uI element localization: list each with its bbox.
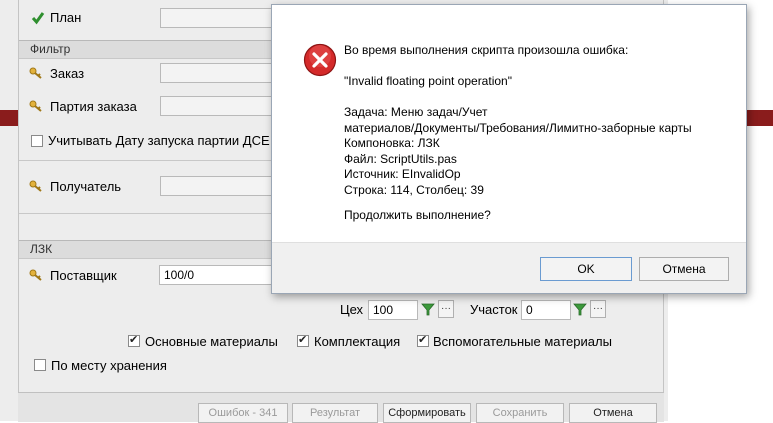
error-icon (303, 43, 337, 77)
section-field[interactable]: 0 (521, 300, 571, 320)
storage-label: По месту хранения (51, 358, 167, 373)
consider-date-checkbox[interactable] (31, 135, 43, 147)
section-label: Участок (470, 302, 518, 317)
decor-band-left (0, 110, 18, 126)
kit-checkbox[interactable] (297, 333, 309, 347)
bottom-button-bar: Ошибок - 341 Результат Сформировать Сохр… (18, 392, 664, 423)
section-browse-button[interactable]: ··· (590, 300, 606, 318)
supplier-label: Поставщик (50, 268, 117, 283)
recipient-label: Получатель (50, 179, 122, 194)
form-border-left (18, 0, 19, 392)
plan-field[interactable] (160, 8, 280, 28)
lzk-header-label: ЛЗК (30, 242, 53, 256)
green-check-icon (31, 12, 45, 25)
consider-date-label: Учитывать Дату запуска партии ДСЕ ( (48, 133, 278, 148)
dialog-cancel-button[interactable]: Отмена (639, 257, 729, 281)
decor-band-right (746, 110, 773, 126)
filter-icon[interactable] (572, 300, 588, 318)
main-materials-checkbox[interactable] (128, 333, 140, 347)
main-materials-label: Основные материалы (145, 334, 278, 349)
errors-button[interactable]: Ошибок - 341 (198, 403, 288, 423)
key-icon (29, 269, 42, 281)
storage-checkbox[interactable] (34, 359, 46, 371)
workshop-value: 100 (373, 303, 394, 317)
message-line: Строка: 114, Столбец: 39 (344, 182, 484, 197)
aux-materials-label: Вспомогательные материалы (433, 334, 612, 349)
aux-materials-checkbox[interactable] (417, 333, 429, 347)
order-field[interactable] (160, 63, 280, 83)
key-icon (29, 67, 42, 79)
workshop-field[interactable]: 100 (368, 300, 418, 320)
dialog-button-bar: OK Отмена (272, 242, 746, 293)
order-label: Заказ (50, 66, 85, 81)
message-line: Во время выполнения скрипта произошла ош… (344, 43, 629, 57)
filter-icon[interactable] (420, 300, 436, 318)
message-line: Источник: EInvalidOp (344, 167, 461, 181)
plan-label: План (50, 10, 82, 25)
message-line: Продолжить выполнение? (344, 208, 491, 222)
filter-header-label: Фильтр (30, 42, 71, 56)
key-icon (29, 100, 42, 112)
save-button[interactable]: Сохранить (476, 403, 564, 423)
key-icon (29, 180, 42, 192)
workshop-label: Цех (340, 302, 364, 317)
cancel-button[interactable]: Отмена (569, 403, 657, 423)
ok-button[interactable]: OK (540, 257, 632, 281)
message-line: "Invalid floating point operation" (344, 74, 512, 88)
section-value: 0 (526, 303, 533, 317)
message-line: Компоновка: ЛЗК (344, 136, 440, 150)
generate-button[interactable]: Сформировать (383, 403, 471, 423)
supplier-value: 100/0 (164, 268, 195, 282)
error-dialog: Во время выполнения скрипта произошла ош… (271, 4, 747, 294)
message-line: материалов/Документы/Требования/Лимитно-… (344, 120, 692, 135)
order-batch-label: Партия заказа (50, 99, 137, 114)
supplier-field[interactable]: 100/0 (159, 265, 279, 285)
workshop-browse-button[interactable]: ··· (438, 300, 454, 318)
kit-label: Комплектация (314, 334, 401, 349)
order-batch-field[interactable] (160, 96, 280, 116)
result-button[interactable]: Результат (292, 403, 378, 423)
message-line: Файл: ScriptUtils.pas (344, 151, 457, 166)
recipient-field[interactable] (160, 176, 280, 196)
message-line: Задача: Меню задач/Учет (344, 105, 488, 119)
